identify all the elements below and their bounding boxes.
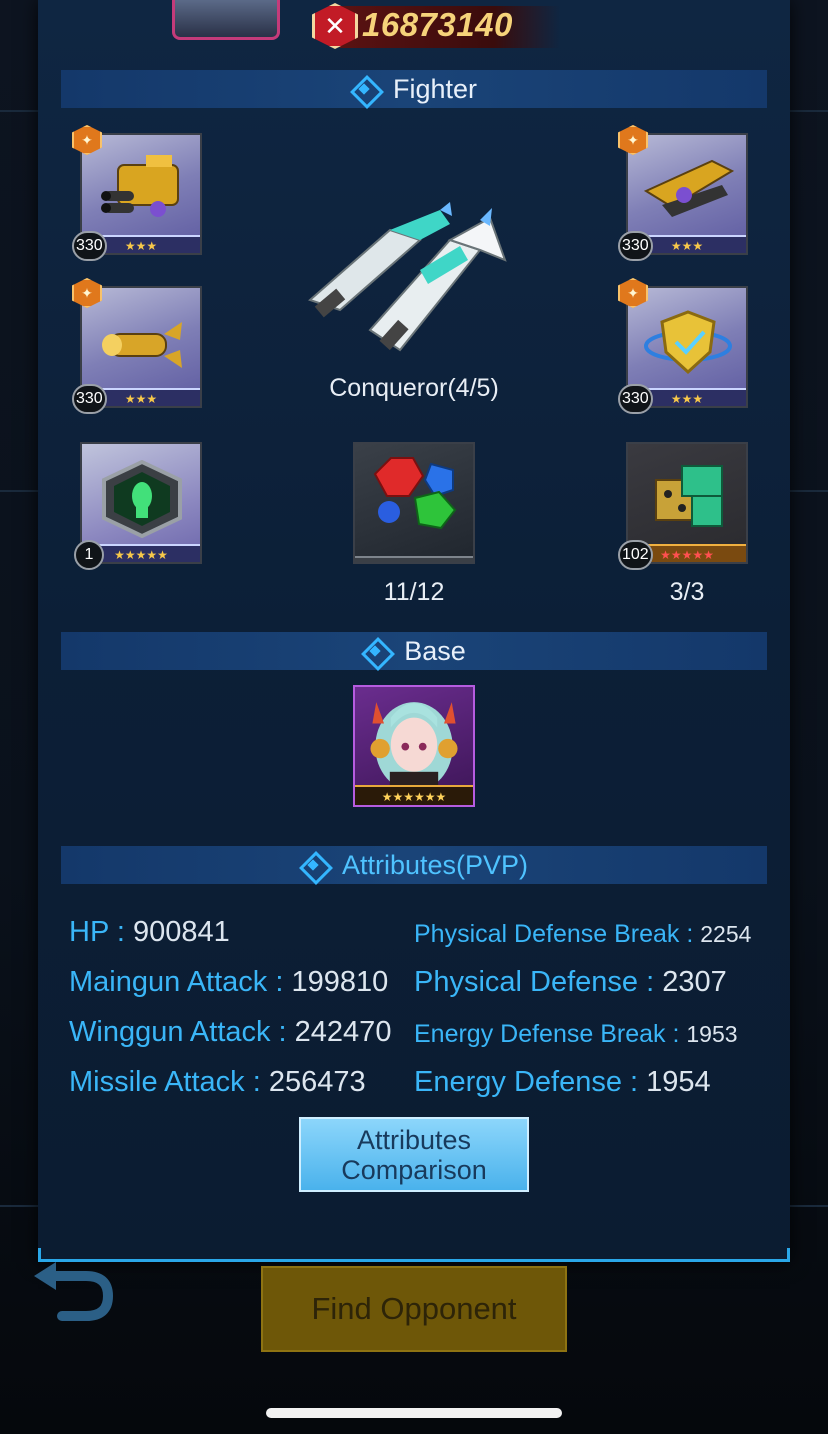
fighter-section-header: Fighter [61, 70, 767, 108]
equipment-slot-missile[interactable]: ✦ ★★★ 330 [72, 278, 202, 414]
wing-gun-icon [643, 159, 734, 217]
attr-energy-defense-label: Energy Defense : [414, 1066, 647, 1098]
level-badge: 330 [72, 384, 107, 414]
base-pilot-portrait[interactable]: ★★★★★★ [353, 685, 475, 807]
back-arrow-icon[interactable] [28, 1262, 118, 1322]
attr-winggun: Winggun Attack : 242470 [69, 1016, 391, 1049]
level-badge: 1 [74, 540, 104, 570]
equipment-slot-chip[interactable]: ★★★★★ 1 [74, 442, 202, 570]
level-badge: 330 [618, 384, 653, 414]
attr-energy-defense-break-label: Energy Defense Break : [414, 1020, 687, 1048]
level-badge: 102 [618, 540, 653, 570]
attr-winggun-value: 242470 [294, 1016, 392, 1048]
base-section-title: Base [404, 635, 466, 666]
attr-physical-defense-break-label: Physical Defense Break : [414, 920, 701, 948]
attr-physical-defense-value: 2307 [662, 966, 727, 998]
fighter-name: Conqueror(4/5) [329, 374, 499, 402]
level-badge: 330 [72, 231, 107, 261]
gems-bar [355, 556, 473, 562]
gems-slot[interactable] [353, 442, 475, 564]
attr-energy-defense-value: 1954 [646, 1066, 711, 1098]
attr-maingun-value: 199810 [291, 966, 389, 998]
attr-physical-defense-break-value: 2254 [700, 921, 752, 947]
home-indicator[interactable] [266, 1408, 562, 1418]
attr-physical-defense: Physical Defense : 2307 [414, 966, 727, 999]
fighter-section-title: Fighter [392, 73, 478, 104]
attr-physical-defense-break: Physical Defense Break : 2254 [414, 920, 751, 949]
attr-missile: Missile Attack : 256473 [69, 1066, 366, 1099]
attributes-section-title: Attributes(PVP) [341, 849, 529, 880]
player-avatar[interactable] [172, 0, 280, 40]
find-opponent-button[interactable]: Find Opponent [261, 1266, 567, 1352]
module-icon [655, 465, 723, 527]
shield-icon [644, 310, 732, 375]
attributes-comparison-button[interactable]: Attributes Comparison [299, 1117, 529, 1192]
gems-count: 11/12 [383, 578, 445, 606]
attr-hp-value: 900841 [132, 916, 230, 948]
hexagon-chip-icon [102, 460, 182, 538]
compare-button-line1: Attributes [356, 1124, 472, 1155]
attr-hp: HP : 900841 [69, 916, 230, 949]
star-rating: ★★★★★★ [355, 785, 473, 805]
fighter-ship-image[interactable] [300, 200, 510, 360]
equipment-slot-winggun[interactable]: ✦ ★★★ 330 [618, 125, 748, 261]
gems-icon [373, 457, 457, 530]
attr-energy-defense-break-value: 1953 [686, 1021, 738, 1047]
attr-energy-defense: Energy Defense : 1954 [414, 1066, 711, 1099]
attr-winggun-label: Winggun Attack : [69, 1016, 295, 1048]
panel-corner [38, 1248, 48, 1262]
panel-corner [780, 1248, 790, 1262]
module-slot[interactable]: ★★★★★ 102 [618, 442, 748, 570]
attr-physical-defense-label: Physical Defense : [414, 966, 663, 998]
missile-icon [102, 322, 182, 368]
equipment-slot-armor[interactable]: ✦ ★★★ 330 [618, 278, 748, 414]
attr-missile-value: 256473 [268, 1066, 366, 1098]
attr-energy-defense-break: Energy Defense Break : 1953 [414, 1020, 738, 1049]
compare-button-line2: Comparison [341, 1154, 487, 1185]
attr-maingun-label: Maingun Attack : [69, 966, 292, 998]
attr-missile-label: Missile Attack : [69, 1066, 269, 1098]
equipment-slot-maingun[interactable]: ✦ ★★★ 330 [72, 125, 202, 261]
combat-power-value: 16873140 [362, 6, 513, 43]
attr-maingun: Maingun Attack : 199810 [69, 966, 388, 999]
diamond-icon [362, 638, 388, 664]
level-badge: 330 [618, 231, 653, 261]
module-count: 3/3 [669, 578, 705, 606]
attributes-section-header: Attributes(PVP) [61, 846, 767, 884]
diamond-icon [351, 76, 377, 102]
base-section-header: Base [61, 632, 767, 670]
diamond-icon [300, 852, 326, 878]
pilot-avatar-icon [370, 702, 458, 792]
attr-hp-label: HP : [69, 916, 133, 948]
gatling-gun-icon [101, 155, 179, 217]
